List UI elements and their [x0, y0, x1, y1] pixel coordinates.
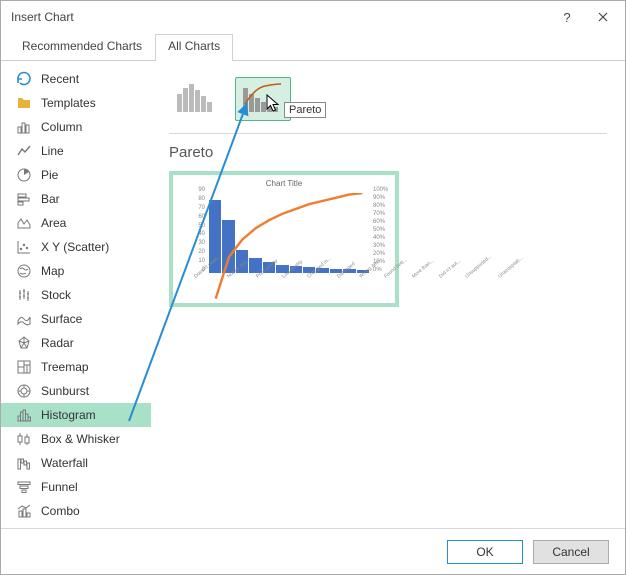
dialog-title: Insert Chart: [11, 10, 549, 24]
line-icon: [15, 142, 33, 160]
sidebar-label: Treemap: [41, 360, 89, 374]
combo-icon: [15, 502, 33, 520]
sidebar-item-treemap[interactable]: Treemap: [1, 355, 151, 379]
sidebar-label: Map: [41, 264, 64, 278]
cancel-button[interactable]: Cancel: [533, 540, 609, 564]
titlebar: Insert Chart ?: [1, 1, 625, 33]
sidebar-item-boxwhisker[interactable]: Box & Whisker: [1, 427, 151, 451]
map-icon: [15, 262, 33, 280]
dialog-footer: OK Cancel: [1, 528, 625, 574]
templates-icon: [15, 94, 33, 112]
close-button[interactable]: [585, 3, 621, 31]
divider: [169, 133, 607, 134]
stock-icon: [15, 286, 33, 304]
scatter-icon: [15, 238, 33, 256]
x-labels: Doesn't meet...Not as des...Poor quality…: [193, 275, 369, 303]
sidebar-label: Box & Whisker: [41, 432, 120, 446]
column-icon: [15, 118, 33, 136]
sidebar-label: Sunburst: [41, 384, 89, 398]
subtype-histogram[interactable]: [169, 77, 225, 121]
sidebar-label: X Y (Scatter): [41, 240, 109, 254]
area-icon: [15, 214, 33, 232]
sidebar-item-column[interactable]: Column: [1, 115, 151, 139]
sidebar-item-area[interactable]: Area: [1, 211, 151, 235]
pareto-subtype-icon: [241, 82, 285, 116]
tab-recommended[interactable]: Recommended Charts: [9, 34, 155, 61]
sidebar-label: Stock: [41, 288, 71, 302]
sidebar-item-sunburst[interactable]: Sunburst: [1, 379, 151, 403]
sidebar-item-templates[interactable]: Templates: [1, 91, 151, 115]
preview-chart-title: Chart Title: [173, 179, 395, 188]
tab-all-charts[interactable]: All Charts: [155, 34, 233, 61]
sidebar-label: Line: [41, 144, 64, 158]
y-axis: 0102030405060708090: [193, 193, 207, 273]
sidebar-item-histogram[interactable]: Histogram: [1, 403, 151, 427]
sidebar-label: Surface: [41, 312, 82, 326]
sidebar-item-line[interactable]: Line: [1, 139, 151, 163]
sidebar-item-waterfall[interactable]: Waterfall: [1, 451, 151, 475]
sidebar-label: Combo: [41, 504, 80, 518]
boxwhisker-icon: [15, 430, 33, 448]
sidebar-item-recent[interactable]: Recent: [1, 67, 151, 91]
tab-strip: Recommended Charts All Charts: [1, 33, 625, 61]
pie-icon: [15, 166, 33, 184]
subtype-pareto[interactable]: Pareto: [235, 77, 291, 121]
sidebar-item-radar[interactable]: Radar: [1, 331, 151, 355]
radar-icon: [15, 334, 33, 352]
sidebar-item-scatter[interactable]: X Y (Scatter): [1, 235, 151, 259]
sidebar-label: Radar: [41, 336, 74, 350]
close-icon: [598, 12, 608, 22]
bars: [209, 193, 369, 273]
help-button[interactable]: ?: [549, 3, 585, 31]
insert-chart-dialog: Insert Chart ? Recommended Charts All Ch…: [0, 0, 626, 575]
sidebar-label: Area: [41, 216, 66, 230]
recent-icon: [15, 70, 33, 88]
sidebar-label: Column: [41, 120, 82, 134]
sidebar-item-surface[interactable]: Surface: [1, 307, 151, 331]
sidebar-item-funnel[interactable]: Funnel: [1, 475, 151, 499]
ok-button[interactable]: OK: [447, 540, 523, 564]
sidebar-item-stock[interactable]: Stock: [1, 283, 151, 307]
sunburst-icon: [15, 382, 33, 400]
sidebar-label: Templates: [41, 96, 96, 110]
histogram-icon: [15, 406, 33, 424]
surface-icon: [15, 310, 33, 328]
sidebar-label: Waterfall: [41, 456, 88, 470]
sidebar-item-combo[interactable]: Combo: [1, 499, 151, 523]
chart-subtype-panel: Pareto Pareto Chart Title 01020304050607…: [151, 61, 625, 528]
chart-preview[interactable]: Chart Title 0102030405060708090 0%10%20%…: [169, 171, 399, 307]
bar-icon: [15, 190, 33, 208]
waterfall-icon: [15, 454, 33, 472]
section-title: Pareto: [169, 144, 607, 161]
subtype-tooltip: Pareto: [284, 102, 326, 118]
sidebar-label: Funnel: [41, 480, 78, 494]
sidebar-label: Bar: [41, 192, 60, 206]
sidebar-item-map[interactable]: Map: [1, 259, 151, 283]
sidebar-label: Pie: [41, 168, 58, 182]
chart-type-list: Recent Templates Column Line Pie Bar Are…: [1, 61, 151, 528]
histogram-subtype-icon: [175, 82, 219, 116]
sidebar-label: Histogram: [41, 408, 96, 422]
funnel-icon: [15, 478, 33, 496]
sidebar-item-pie[interactable]: Pie: [1, 163, 151, 187]
sidebar-label: Recent: [41, 72, 79, 86]
sidebar-item-bar[interactable]: Bar: [1, 187, 151, 211]
treemap-icon: [15, 358, 33, 376]
